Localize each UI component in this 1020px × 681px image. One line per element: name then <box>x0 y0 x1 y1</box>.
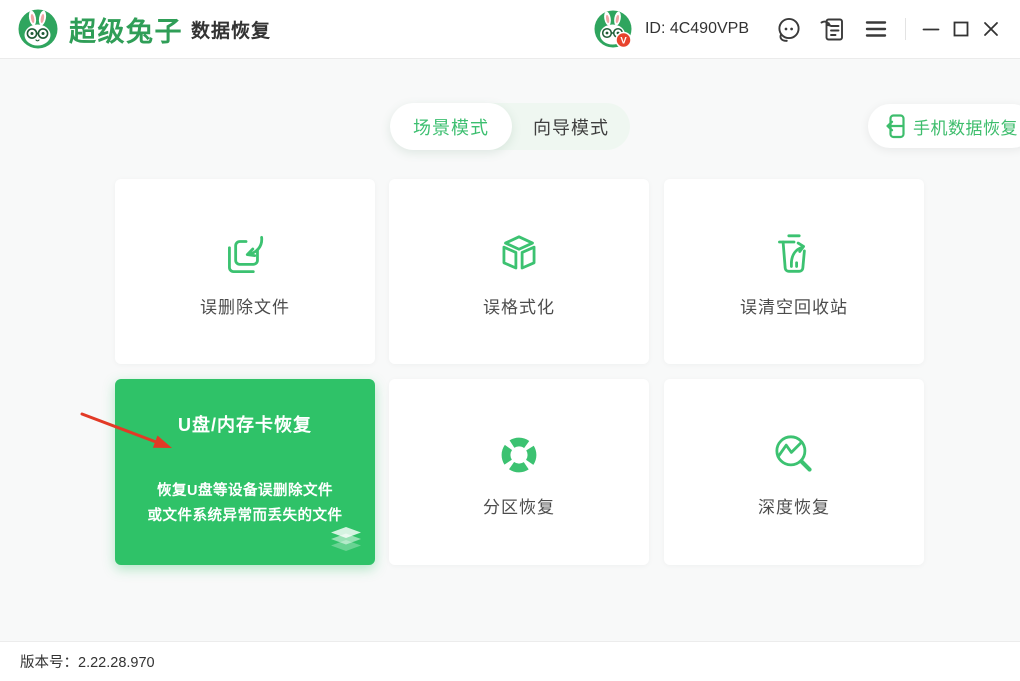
hamburger-menu-icon <box>865 20 887 38</box>
feedback-form-icon <box>819 16 846 43</box>
titlebar-right: V ID: 4C490VPB <box>593 9 1020 49</box>
file-restore-icon <box>218 227 272 283</box>
feedback-button[interactable] <box>817 14 847 44</box>
tab-wizard-mode[interactable]: 向导模式 <box>512 103 630 150</box>
tab-wizard-label: 向导模式 <box>533 114 609 140</box>
rabbit-avatar-icon[interactable]: V <box>593 9 633 49</box>
card-label: 误格式化 <box>483 293 555 318</box>
main-area: 场景模式 向导模式 手机数据恢复 误删除文件 <box>0 58 1020 641</box>
recycle-bin-restore-icon <box>767 227 821 283</box>
card-deep-recovery[interactable]: 深度恢复 <box>664 379 924 565</box>
version-text: 版本号：2.22.28.970 <box>20 651 155 672</box>
statusbar: 版本号：2.22.28.970 <box>0 641 1020 681</box>
close-icon <box>979 17 1003 41</box>
titlebar-divider <box>905 18 906 40</box>
menu-button[interactable] <box>861 14 891 44</box>
card-formatted[interactable]: 误格式化 <box>389 179 649 364</box>
support-button[interactable] <box>773 14 803 44</box>
phone-restore-icon <box>883 113 906 140</box>
headset-support-icon <box>775 16 802 43</box>
card-label: 深度恢复 <box>758 493 830 518</box>
format-cube-icon <box>492 227 546 283</box>
mode-tabs: 场景模式 向导模式 <box>390 103 630 150</box>
deep-scan-icon <box>767 427 821 483</box>
app-brand: 超级兔子 数据恢复 <box>18 9 271 49</box>
rabbit-logo-icon <box>18 9 58 49</box>
window: { "titlebar": { "brand_name": "超级兔子", "b… <box>0 0 1020 680</box>
brand-suffix: 数据恢复 <box>191 16 271 43</box>
minimize-icon <box>919 17 943 41</box>
minimize-button[interactable] <box>916 14 946 44</box>
phone-recovery-button[interactable]: 手机数据恢复 <box>868 104 1020 148</box>
highlight-card-description: 恢复U盘等设备误删除文件 或文件系统异常而丢失的文件 <box>148 479 343 529</box>
tab-scene-label: 场景模式 <box>413 114 489 140</box>
version-value: 2.22.28.970 <box>78 655 155 671</box>
user-id: ID: 4C490VPB <box>645 20 749 38</box>
close-button[interactable] <box>976 14 1006 44</box>
phone-recovery-label: 手机数据恢复 <box>913 114 1018 139</box>
card-emptied-recycle-bin[interactable]: 误清空回收站 <box>664 179 924 364</box>
card-label: 分区恢复 <box>483 493 555 518</box>
card-usb-memory-card-recovery[interactable]: U盘/内存卡恢复 恢复U盘等设备误删除文件 或文件系统异常而丢失的文件 <box>115 379 375 565</box>
titlebar: 超级兔子 数据恢复 V ID: 4C490VPB <box>0 0 1020 59</box>
partition-icon <box>492 427 546 483</box>
card-deleted-files[interactable]: 误删除文件 <box>115 179 375 364</box>
version-label: 版本号： <box>20 655 78 671</box>
brand-name: 超级兔子 <box>69 10 183 49</box>
desc-line-1: 恢复U盘等设备误删除文件 <box>157 483 333 499</box>
card-label: 误删除文件 <box>200 293 290 318</box>
highlight-card-title: U盘/内存卡恢复 <box>178 411 312 437</box>
vip-badge: V <box>620 36 627 47</box>
maximize-button[interactable] <box>946 14 976 44</box>
maximize-icon <box>949 17 973 41</box>
card-label: 误清空回收站 <box>740 293 848 318</box>
desc-line-2: 或文件系统异常而丢失的文件 <box>148 508 343 524</box>
card-partition-recovery[interactable]: 分区恢复 <box>389 379 649 565</box>
tab-scene-mode[interactable]: 场景模式 <box>390 103 512 150</box>
layers-stack-icon <box>328 526 364 556</box>
